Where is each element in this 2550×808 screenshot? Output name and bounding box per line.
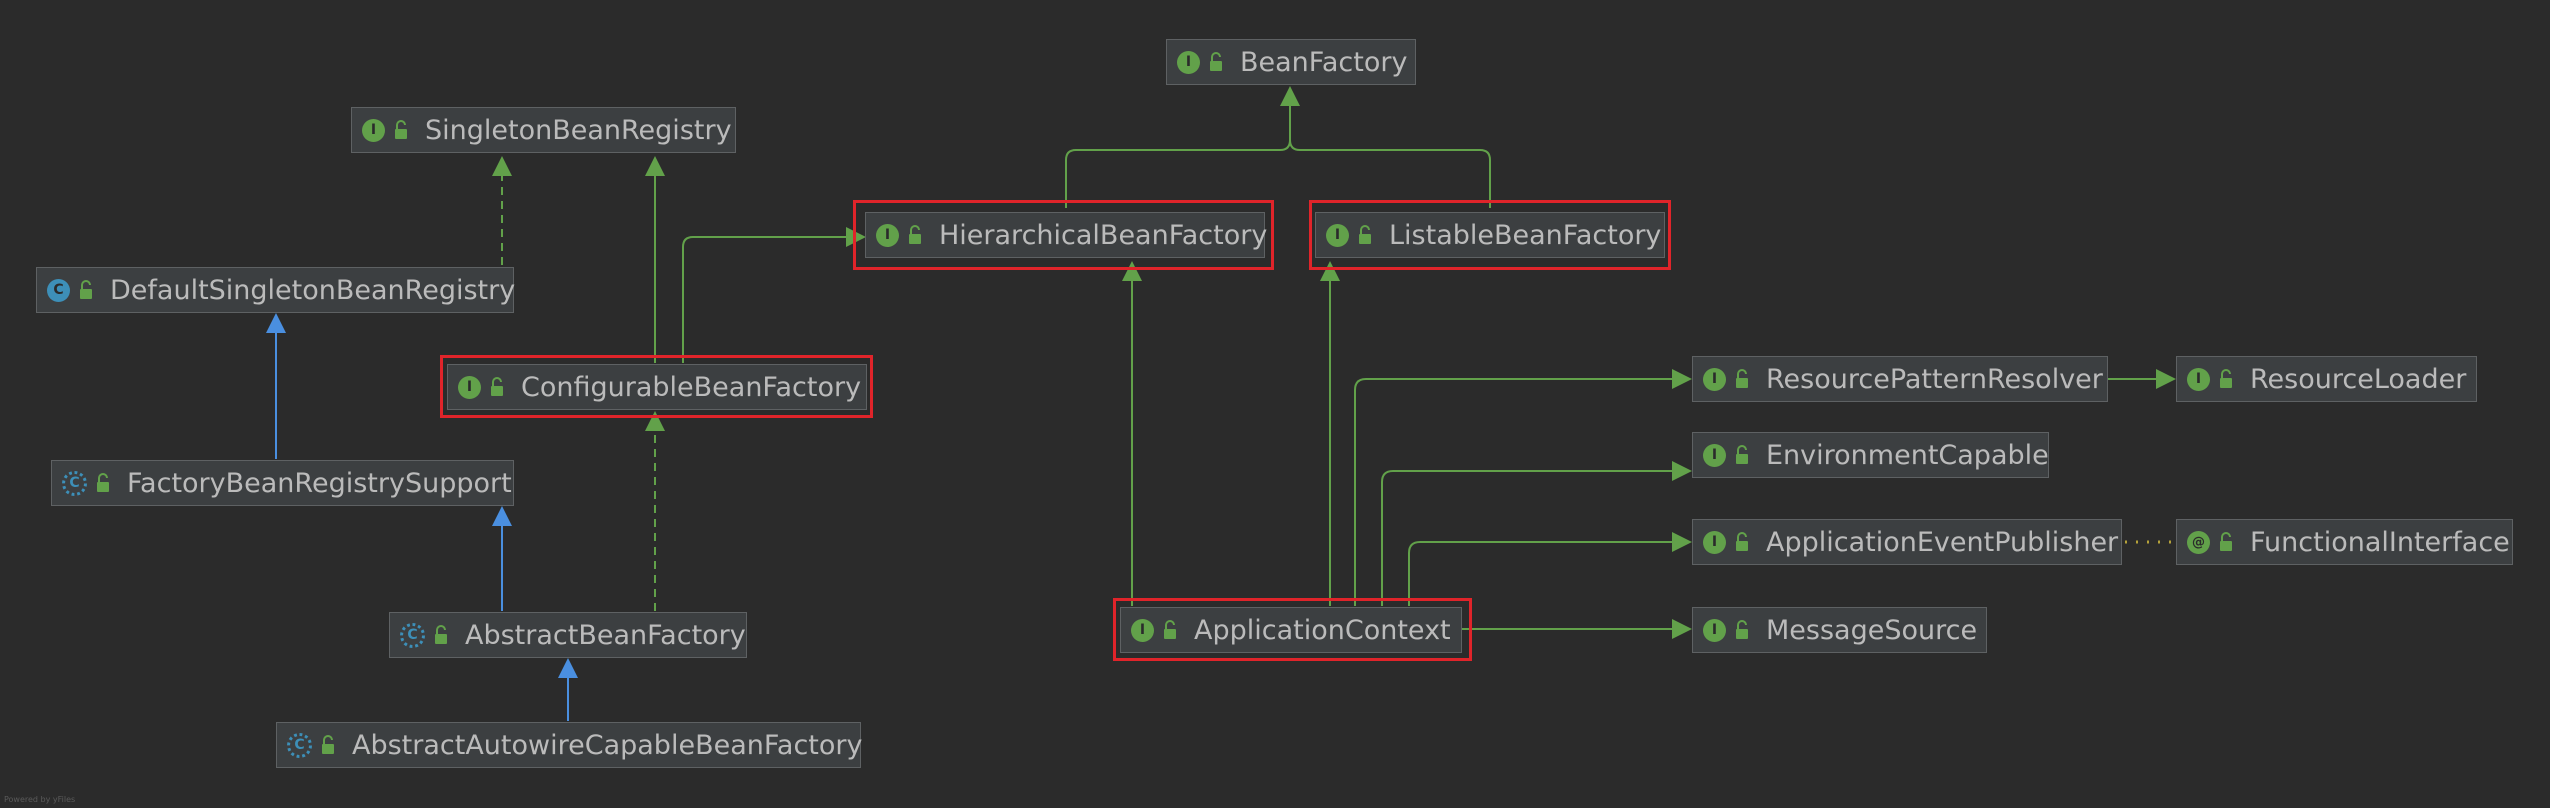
unlock-icon (1736, 620, 1748, 639)
interface-icon: I (1177, 50, 1200, 74)
unlock-icon (1736, 532, 1748, 551)
edge-configurable-to-hierarchical (682, 227, 866, 363)
annotation-icon: @ (2187, 530, 2210, 554)
node-label: SingletonBeanRegistry (425, 114, 732, 146)
edge-appcontext-to-environment (1381, 461, 1692, 606)
unlock-icon (435, 625, 447, 644)
node-label: EnvironmentCapable (1766, 439, 2049, 471)
unlock-icon (80, 280, 92, 299)
abstract-class-icon: C (62, 470, 87, 496)
unlock-icon (2220, 369, 2232, 388)
unlock-icon (322, 735, 334, 754)
node-singleton-bean-registry[interactable]: I SingletonBeanRegistry (351, 107, 736, 153)
node-label: FactoryBeanRegistrySupport (127, 467, 512, 499)
unlock-icon (1210, 52, 1222, 71)
highlight-hierarchical-bean-factory (853, 200, 1274, 270)
edge-listable-to-beanfactory (1289, 139, 1491, 208)
interface-icon: I (362, 118, 385, 142)
highlight-listable-bean-factory (1309, 200, 1671, 270)
node-label: MessageSource (1766, 614, 1978, 646)
footer-credit: Powered by yFiles (4, 795, 76, 804)
unlock-icon (2220, 532, 2232, 551)
node-label: AbstractBeanFactory (465, 619, 746, 651)
edge-hierarchical-to-beanfactory (1065, 86, 1300, 208)
node-label: ResourcePatternResolver (1766, 363, 2103, 395)
node-label: ResourceLoader (2250, 363, 2467, 395)
node-message-source[interactable]: I MessageSource (1692, 607, 1987, 653)
interface-icon: I (1703, 443, 1726, 467)
node-factory-bean-registry-support[interactable]: C FactoryBeanRegistrySupport (51, 460, 514, 506)
abstract-class-icon: C (287, 732, 312, 758)
unlock-icon (395, 120, 407, 139)
node-application-event-publisher[interactable]: I ApplicationEventPublisher (1692, 519, 2122, 565)
node-label: DefaultSingletonBeanRegistry (110, 274, 516, 306)
unlock-icon (1736, 369, 1748, 388)
abstract-class-icon: C (400, 622, 425, 648)
node-resource-loader[interactable]: I ResourceLoader (2176, 356, 2477, 402)
unlock-icon (1736, 445, 1748, 464)
node-label: FunctionalInterface (2250, 526, 2510, 558)
node-abstract-bean-factory[interactable]: C AbstractBeanFactory (389, 612, 747, 658)
node-label: ApplicationEventPublisher (1766, 526, 2119, 558)
node-environment-capable[interactable]: I EnvironmentCapable (1692, 432, 2049, 478)
interface-icon: I (1703, 367, 1726, 391)
node-resource-pattern-resolver[interactable]: I ResourcePatternResolver (1692, 356, 2108, 402)
interface-icon: I (2187, 367, 2210, 391)
class-icon: C (47, 278, 70, 302)
node-abstract-autowire-capable-bean-factory[interactable]: C AbstractAutowireCapableBeanFactory (276, 722, 863, 768)
interface-icon: I (1703, 618, 1726, 642)
node-label: BeanFactory (1240, 46, 1408, 78)
highlight-application-context (1113, 598, 1472, 661)
unlock-icon (97, 473, 109, 492)
node-bean-factory[interactable]: I BeanFactory (1166, 39, 1416, 85)
edge-appcontext-to-eventpublisher (1408, 532, 1692, 606)
node-functional-interface[interactable]: @ FunctionalInterface (2176, 519, 2513, 565)
highlight-configurable-bean-factory (440, 355, 873, 418)
node-default-singleton-bean-registry[interactable]: C DefaultSingletonBeanRegistry (36, 267, 516, 313)
interface-icon: I (1703, 530, 1726, 554)
node-label: AbstractAutowireCapableBeanFactory (352, 729, 863, 761)
edge-appcontext-to-resourcepattern (1354, 369, 1692, 606)
